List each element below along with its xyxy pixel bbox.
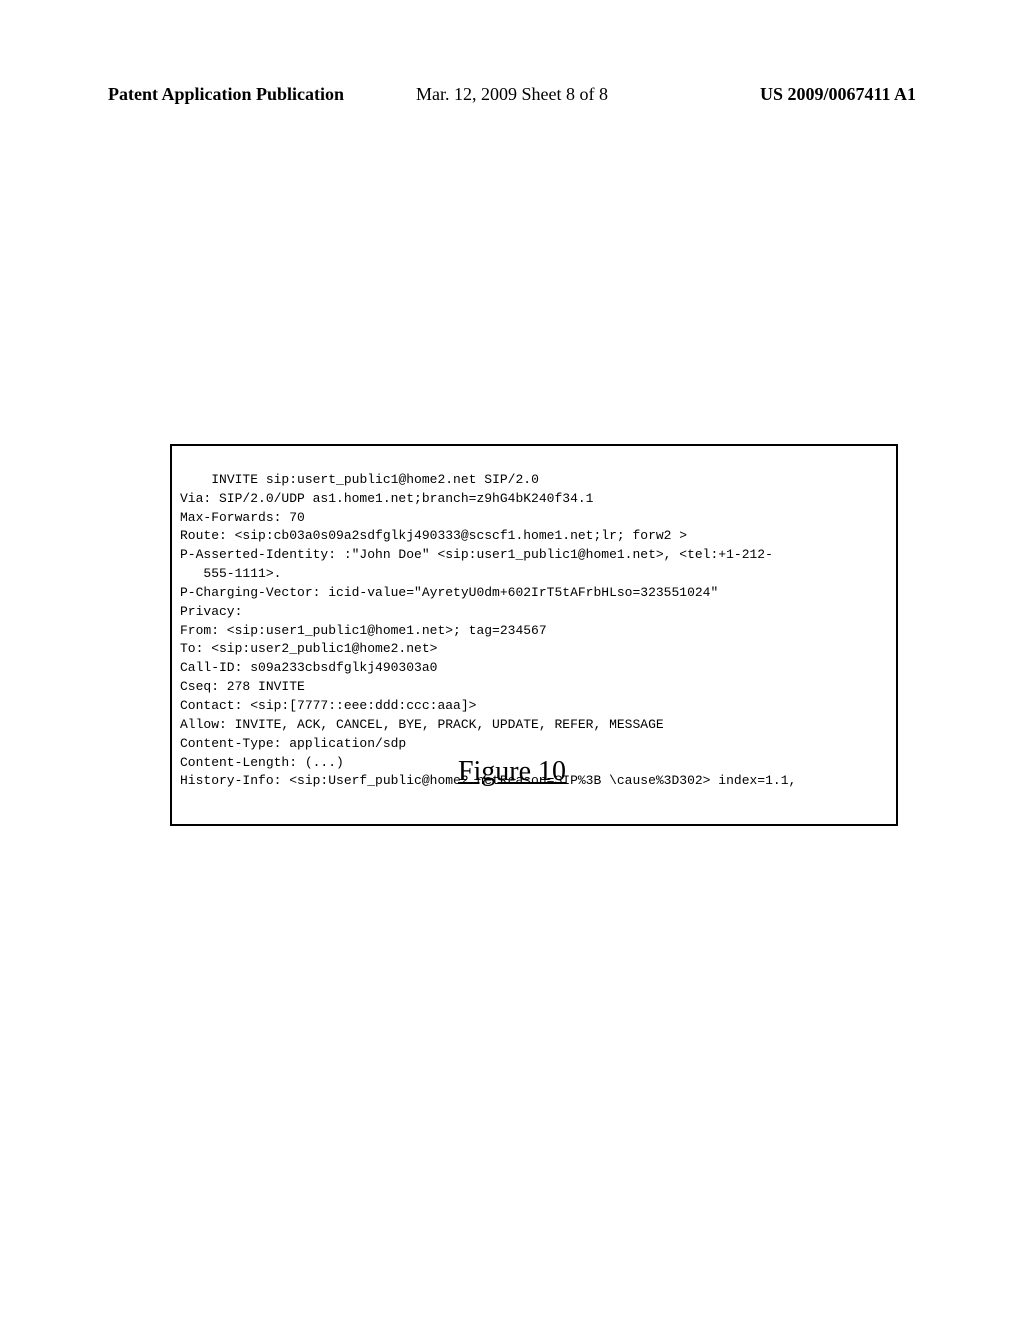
header-middle-text: Mar. 12, 2009 Sheet 8 of 8 [416,84,608,105]
sip-invite-message-text: INVITE sip:usert_public1@home2.net SIP/2… [180,472,796,789]
page-container: Patent Application Publication Mar. 12, … [0,0,1024,1320]
figure-label: Figure 10 [458,756,566,788]
page-header: Patent Application Publication Mar. 12, … [108,84,916,105]
header-left-text: Patent Application Publication [108,84,344,105]
header-right-text: US 2009/0067411 A1 [760,84,916,105]
